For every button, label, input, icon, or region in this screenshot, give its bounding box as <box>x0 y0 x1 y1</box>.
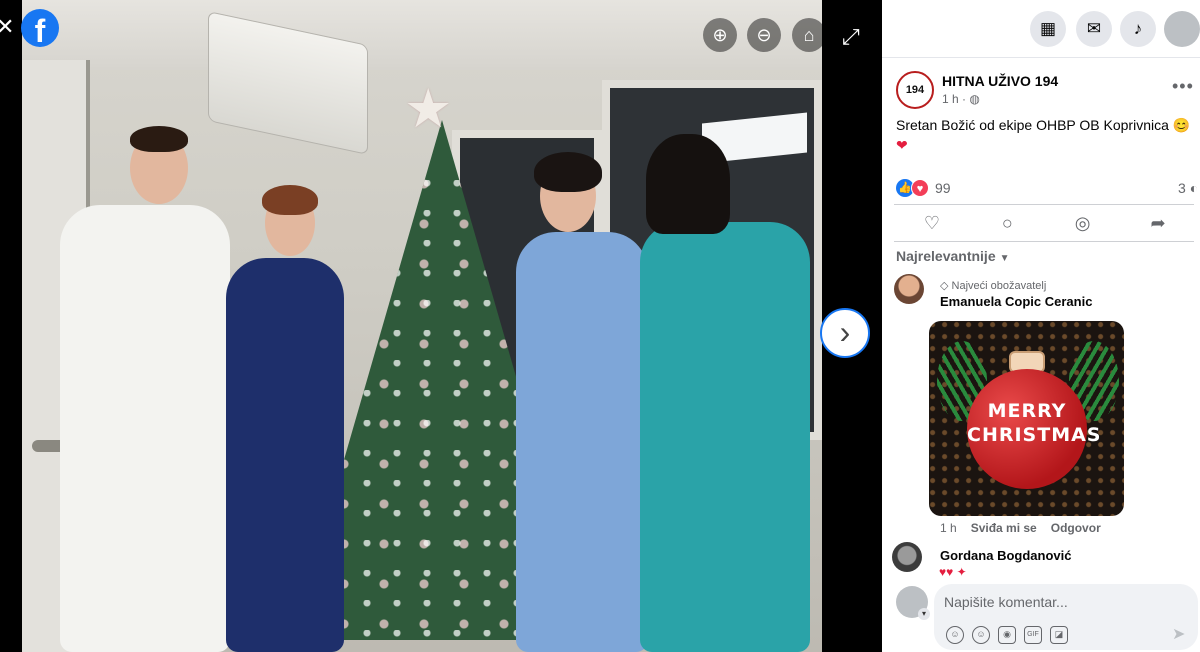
reaction-summary[interactable]: 👍 ♥ 99 <box>896 178 951 198</box>
globe-icon: ◍ <box>969 92 980 106</box>
chevron-down-icon: ▼ <box>999 253 1010 264</box>
post-photo[interactable]: ★ <box>22 0 822 652</box>
person-nurse-lightblue <box>516 232 648 652</box>
menu-grid-icon[interactable]: ▦ <box>1030 11 1066 47</box>
next-photo-button[interactable]: › <box>820 308 870 358</box>
chevron-down-icon[interactable]: ▾ <box>918 608 930 620</box>
tree-star-icon: ★ <box>404 79 453 139</box>
share-action-icon[interactable]: ➦ <box>1146 207 1170 239</box>
post-timestamp[interactable]: 1 h · ◍ <box>942 92 980 106</box>
page-avatar[interactable]: 194 <box>896 71 934 109</box>
post-actions: ♡ ○ ◎ ➦ <box>894 207 1200 239</box>
camera-icon[interactable]: ◉ <box>998 626 1016 644</box>
badge-text: Najveći obožavatelj <box>951 280 1047 292</box>
send-icon[interactable]: ➤ <box>1172 624 1185 644</box>
person-nurse-navy-hair <box>262 185 318 215</box>
ornament-ball: MERRY CHRISTMAS <box>967 369 1102 489</box>
sort-label: Najrelevantnije <box>896 248 996 264</box>
comment-box: ☺ ☺ ◉ GIF ◪ ➤ <box>934 584 1198 650</box>
zoom-in-icon[interactable]: ⊕ <box>703 18 737 52</box>
avatar-sticker-icon[interactable]: ☺ <box>946 626 964 644</box>
comment-reply-button[interactable]: Odgovor <box>1051 521 1101 535</box>
fullscreen-icon[interactable]: ⤢ <box>842 24 860 50</box>
comment-bubble-icon: ◐ <box>1189 180 1199 196</box>
sticker-text-line2: CHRISTMAS <box>967 424 1102 446</box>
person-nurse-teal <box>640 222 810 652</box>
account-avatar[interactable] <box>1164 11 1200 47</box>
tag-icon[interactable]: ⌂ <box>792 18 826 52</box>
divider <box>894 204 1194 205</box>
comment-avatar[interactable] <box>892 542 922 572</box>
sticker-text-line1: MERRY <box>987 400 1067 422</box>
merry-christmas-sticker: MERRY CHRISTMAS <box>929 321 1124 516</box>
page-name[interactable]: HITNA UŽIVO 194 <box>942 73 1058 89</box>
facebook-logo[interactable]: f <box>21 9 59 47</box>
comment-sort-dropdown[interactable]: Najrelevantnije ▼ <box>896 248 1010 264</box>
comment-composer: ▾ ☺ ☺ ◉ GIF ◪ ➤ <box>882 580 1200 652</box>
comment-reactions-peek: ♥♥ ✦ <box>939 565 967 579</box>
post-side-panel: ▦ ✉ ♪ 194 HITNA UŽIVO 194 1 h · ◍ ••• Sr… <box>882 0 1200 652</box>
comment-time[interactable]: 1 h <box>940 521 957 535</box>
love-reaction-icon: ♥ <box>911 179 929 197</box>
chevron-right-icon: › <box>839 314 851 350</box>
zoom-out-icon[interactable]: ⊖ <box>747 18 781 52</box>
reaction-count: 99 <box>935 180 951 196</box>
person-nurse-navy <box>226 258 344 652</box>
messenger-icon[interactable]: ✉ <box>1076 11 1112 47</box>
person-nurse-lightblue-hair <box>534 152 602 192</box>
close-icon[interactable]: ✕ <box>0 14 14 40</box>
person-nurse-teal-hair <box>646 134 730 234</box>
top-fan-badge: ◇ Najveći obožavatelj <box>940 279 1046 292</box>
comment-action-icon[interactable]: ○ <box>995 207 1019 239</box>
emoji-icon[interactable]: ☺ <box>972 626 990 644</box>
heart-emoji-icon: ❤ <box>896 137 908 153</box>
photo-viewer: ★ ✕ f ⊕ ⊖ ⌂ ⤢ › <box>0 0 882 652</box>
comment-count[interactable]: 3 ◐ <box>1178 180 1198 196</box>
comment-author[interactable]: Gordana Bogdanović <box>940 548 1071 563</box>
comment-meta: 1 h Sviđa mi se Odgovor <box>940 521 1101 535</box>
whatsapp-share-icon[interactable]: ◎ <box>1071 207 1095 239</box>
smile-emoji-icon: 😊 <box>1172 117 1191 133</box>
diamond-icon: ◇ <box>940 280 949 292</box>
post-caption: Sretan Božić od ekipe OHBP OB Koprivnica… <box>896 115 1196 155</box>
comment-author[interactable]: Emanuela Copic Ceranic <box>940 294 1092 309</box>
caption-text: Sretan Božić od ekipe OHBP OB Koprivnica <box>896 117 1169 133</box>
divider <box>894 241 1194 242</box>
more-options-icon[interactable]: ••• <box>1172 76 1194 97</box>
post-time-text: 1 h · <box>942 92 967 106</box>
comment-like-button[interactable]: Sviđa mi se <box>971 521 1037 535</box>
person-doctor-hair <box>130 126 188 152</box>
notifications-bell-icon[interactable]: ♪ <box>1120 11 1156 47</box>
comment-avatar[interactable] <box>894 274 924 304</box>
person-doctor <box>60 205 230 652</box>
sticker-icon[interactable]: ◪ <box>1050 626 1068 644</box>
gif-icon[interactable]: GIF <box>1024 626 1042 644</box>
like-action-icon[interactable]: ♡ <box>920 207 944 239</box>
photo-ceiling <box>22 0 822 70</box>
top-bar: ▦ ✉ ♪ <box>882 0 1200 58</box>
comment-count-text: 3 <box>1178 180 1186 196</box>
comment-input[interactable] <box>944 591 1184 613</box>
